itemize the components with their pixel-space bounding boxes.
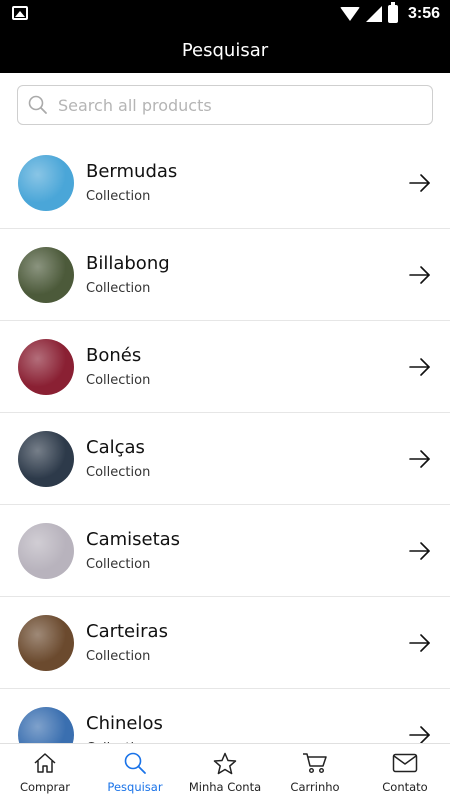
collection-subtitle: Collection [86, 189, 151, 204]
collection-text: Bonés Collection [86, 345, 150, 388]
collection-thumbnail [18, 523, 74, 579]
collection-row[interactable]: Bonés Collection [0, 321, 450, 413]
tab-comprar[interactable]: Comprar [0, 744, 90, 800]
search-box[interactable] [17, 85, 433, 125]
arrow-right-icon[interactable] [408, 723, 432, 743]
tab-carrinho[interactable]: Carrinho [270, 744, 360, 800]
arrow-right-icon[interactable] [408, 447, 432, 475]
collection-name: Billabong [86, 253, 170, 274]
collection-row[interactable]: ChinelosCollection [0, 689, 450, 743]
wifi-icon [339, 7, 360, 21]
collection-subtitle: Collection [86, 649, 151, 664]
search-container [17, 85, 433, 125]
page-title: Pesquisar [181, 40, 269, 61]
collection-thumbnail [18, 247, 74, 303]
status-bar: 3:56 [0, 0, 450, 28]
star-icon [213, 750, 237, 776]
collection-name: Carteiras [86, 621, 168, 642]
tab-label: Pesquisar [107, 780, 163, 794]
app-bar: Pesquisar [0, 28, 450, 73]
collection-text: Carteiras Collection [86, 621, 168, 664]
collection-row[interactable]: Bermudas Collection [0, 137, 450, 229]
search-icon [28, 95, 47, 114]
collection-thumbnail [18, 707, 74, 743]
arrow-right-icon[interactable] [408, 355, 432, 383]
collection-text: Bermudas Collection [86, 161, 177, 204]
collection-text: ChinelosCollection [86, 713, 163, 743]
signal-icon [365, 6, 382, 22]
bottom-tab-bar: Comprar Pesquisar Minha Conta Carrinho Conta… [0, 743, 450, 800]
arrow-right-icon[interactable] [408, 171, 432, 199]
collection-text: Camisetas Collection [86, 529, 180, 572]
tab-label: Comprar [19, 780, 71, 794]
collection-name: Bonés [86, 345, 142, 366]
collection-subtitle: Collection [86, 557, 151, 572]
collection-subtitle: Collection [86, 281, 151, 296]
collection-thumbnail [18, 615, 74, 671]
battery-icon [387, 2, 398, 23]
arrow-right-icon[interactable] [408, 539, 432, 567]
collection-row[interactable]: Billabong Collection [0, 229, 450, 321]
tab-pesquisar[interactable]: Pesquisar [90, 744, 180, 800]
image-notification-icon [12, 6, 28, 20]
collection-row[interactable]: Calças Collection [0, 413, 450, 505]
search-input[interactable] [58, 86, 432, 124]
status-time: 3:56 [407, 5, 440, 22]
collection-name: Camisetas [86, 529, 181, 550]
home-icon [33, 750, 57, 776]
collection-thumbnail [18, 155, 74, 211]
tab-label: Minha Conta [188, 780, 262, 794]
collection-thumbnail [18, 339, 74, 395]
arrow-right-icon[interactable] [408, 631, 432, 659]
collection-row[interactable]: Camisetas Collection [0, 505, 450, 597]
collection-thumbnail [18, 431, 74, 487]
arrow-right-icon[interactable] [408, 263, 432, 291]
collection-subtitle: Collection [86, 373, 151, 388]
status-indicators: 3:56 [339, 2, 440, 24]
collection-name: Bermudas [86, 161, 178, 182]
tab-contato[interactable]: Contato [360, 744, 450, 800]
mail-icon [392, 750, 418, 776]
tab-minha-conta[interactable]: Minha Conta [180, 744, 270, 800]
collection-text: Calças Collection [86, 437, 150, 480]
collection-name: Chinelos [86, 713, 163, 734]
cart-icon [302, 750, 328, 776]
tab-label: Carrinho [290, 780, 340, 794]
collection-name: Calças [86, 437, 145, 458]
collection-list: Bermudas Collection Billabong Collection Bon… [0, 137, 450, 743]
collection-subtitle: Collection [86, 465, 151, 480]
tab-label: Contato [382, 780, 428, 794]
collection-row[interactable]: Carteiras Collection [0, 597, 450, 689]
search-icon [123, 750, 147, 776]
collection-text: Billabong Collection [86, 253, 170, 296]
